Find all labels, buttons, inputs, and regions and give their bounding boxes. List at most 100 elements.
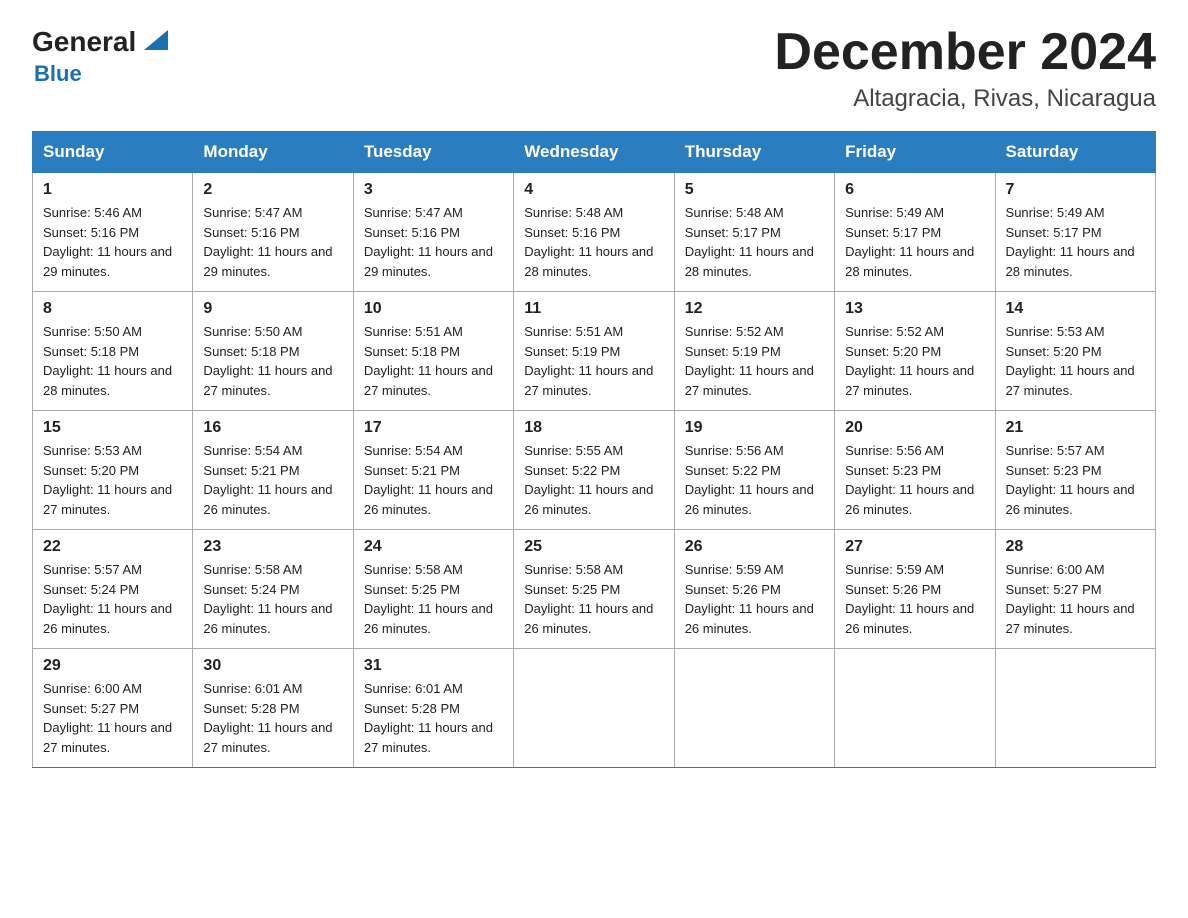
calendar-header-monday: Monday — [193, 132, 353, 173]
calendar-week-row: 29 Sunrise: 6:00 AMSunset: 5:27 PMDaylig… — [33, 649, 1156, 768]
logo-blue-text: Blue — [34, 61, 82, 87]
day-info: Sunrise: 5:59 AMSunset: 5:26 PMDaylight:… — [685, 560, 824, 638]
calendar-cell — [514, 649, 674, 768]
day-number: 28 — [1006, 538, 1145, 556]
calendar-cell: 15 Sunrise: 5:53 AMSunset: 5:20 PMDaylig… — [33, 411, 193, 530]
calendar-cell: 24 Sunrise: 5:58 AMSunset: 5:25 PMDaylig… — [353, 530, 513, 649]
calendar-header-saturday: Saturday — [995, 132, 1155, 173]
day-number: 12 — [685, 300, 824, 318]
day-info: Sunrise: 5:54 AMSunset: 5:21 PMDaylight:… — [364, 441, 503, 519]
day-info: Sunrise: 5:58 AMSunset: 5:25 PMDaylight:… — [364, 560, 503, 638]
day-info: Sunrise: 5:52 AMSunset: 5:19 PMDaylight:… — [685, 322, 824, 400]
day-info: Sunrise: 5:49 AMSunset: 5:17 PMDaylight:… — [845, 203, 984, 281]
calendar-cell: 18 Sunrise: 5:55 AMSunset: 5:22 PMDaylig… — [514, 411, 674, 530]
calendar-cell — [995, 649, 1155, 768]
calendar-cell: 6 Sunrise: 5:49 AMSunset: 5:17 PMDayligh… — [835, 173, 995, 292]
day-number: 29 — [43, 657, 182, 675]
calendar-cell: 5 Sunrise: 5:48 AMSunset: 5:17 PMDayligh… — [674, 173, 834, 292]
calendar-cell: 10 Sunrise: 5:51 AMSunset: 5:18 PMDaylig… — [353, 292, 513, 411]
day-info: Sunrise: 5:57 AMSunset: 5:23 PMDaylight:… — [1006, 441, 1145, 519]
calendar-cell — [835, 649, 995, 768]
day-info: Sunrise: 5:49 AMSunset: 5:17 PMDaylight:… — [1006, 203, 1145, 281]
calendar-cell: 27 Sunrise: 5:59 AMSunset: 5:26 PMDaylig… — [835, 530, 995, 649]
calendar-cell: 4 Sunrise: 5:48 AMSunset: 5:16 PMDayligh… — [514, 173, 674, 292]
calendar-week-row: 22 Sunrise: 5:57 AMSunset: 5:24 PMDaylig… — [33, 530, 1156, 649]
calendar-cell: 26 Sunrise: 5:59 AMSunset: 5:26 PMDaylig… — [674, 530, 834, 649]
calendar-cell: 9 Sunrise: 5:50 AMSunset: 5:18 PMDayligh… — [193, 292, 353, 411]
calendar-cell: 13 Sunrise: 5:52 AMSunset: 5:20 PMDaylig… — [835, 292, 995, 411]
calendar-cell: 25 Sunrise: 5:58 AMSunset: 5:25 PMDaylig… — [514, 530, 674, 649]
calendar-cell: 19 Sunrise: 5:56 AMSunset: 5:22 PMDaylig… — [674, 411, 834, 530]
day-number: 19 — [685, 419, 824, 437]
day-number: 3 — [364, 181, 503, 199]
day-number: 13 — [845, 300, 984, 318]
calendar-header-sunday: Sunday — [33, 132, 193, 173]
calendar-cell: 2 Sunrise: 5:47 AMSunset: 5:16 PMDayligh… — [193, 173, 353, 292]
calendar-cell: 7 Sunrise: 5:49 AMSunset: 5:17 PMDayligh… — [995, 173, 1155, 292]
calendar-cell: 28 Sunrise: 6:00 AMSunset: 5:27 PMDaylig… — [995, 530, 1155, 649]
day-info: Sunrise: 5:54 AMSunset: 5:21 PMDaylight:… — [203, 441, 342, 519]
calendar-cell: 11 Sunrise: 5:51 AMSunset: 5:19 PMDaylig… — [514, 292, 674, 411]
day-info: Sunrise: 5:47 AMSunset: 5:16 PMDaylight:… — [364, 203, 503, 281]
day-info: Sunrise: 5:47 AMSunset: 5:16 PMDaylight:… — [203, 203, 342, 281]
calendar-week-row: 8 Sunrise: 5:50 AMSunset: 5:18 PMDayligh… — [33, 292, 1156, 411]
month-title: December 2024 — [774, 24, 1156, 81]
day-info: Sunrise: 6:01 AMSunset: 5:28 PMDaylight:… — [364, 679, 503, 757]
logo-general-text: General — [32, 28, 136, 56]
day-info: Sunrise: 5:50 AMSunset: 5:18 PMDaylight:… — [203, 322, 342, 400]
calendar-cell: 21 Sunrise: 5:57 AMSunset: 5:23 PMDaylig… — [995, 411, 1155, 530]
day-info: Sunrise: 5:46 AMSunset: 5:16 PMDaylight:… — [43, 203, 182, 281]
day-info: Sunrise: 5:48 AMSunset: 5:17 PMDaylight:… — [685, 203, 824, 281]
calendar-header-thursday: Thursday — [674, 132, 834, 173]
page-header: General Blue December 2024 Altagracia, R… — [32, 24, 1156, 113]
title-block: December 2024 Altagracia, Rivas, Nicarag… — [774, 24, 1156, 113]
day-number: 24 — [364, 538, 503, 556]
calendar-cell: 14 Sunrise: 5:53 AMSunset: 5:20 PMDaylig… — [995, 292, 1155, 411]
day-number: 22 — [43, 538, 182, 556]
day-number: 16 — [203, 419, 342, 437]
day-number: 10 — [364, 300, 503, 318]
day-info: Sunrise: 6:00 AMSunset: 5:27 PMDaylight:… — [1006, 560, 1145, 638]
day-number: 8 — [43, 300, 182, 318]
calendar-cell — [674, 649, 834, 768]
day-info: Sunrise: 5:58 AMSunset: 5:24 PMDaylight:… — [203, 560, 342, 638]
calendar-cell: 16 Sunrise: 5:54 AMSunset: 5:21 PMDaylig… — [193, 411, 353, 530]
day-number: 26 — [685, 538, 824, 556]
calendar-cell: 17 Sunrise: 5:54 AMSunset: 5:21 PMDaylig… — [353, 411, 513, 530]
calendar-cell: 12 Sunrise: 5:52 AMSunset: 5:19 PMDaylig… — [674, 292, 834, 411]
day-number: 18 — [524, 419, 663, 437]
day-number: 6 — [845, 181, 984, 199]
calendar-cell: 22 Sunrise: 5:57 AMSunset: 5:24 PMDaylig… — [33, 530, 193, 649]
day-info: Sunrise: 5:56 AMSunset: 5:23 PMDaylight:… — [845, 441, 984, 519]
calendar-cell: 31 Sunrise: 6:01 AMSunset: 5:28 PMDaylig… — [353, 649, 513, 768]
calendar-cell: 29 Sunrise: 6:00 AMSunset: 5:27 PMDaylig… — [33, 649, 193, 768]
calendar-cell: 1 Sunrise: 5:46 AMSunset: 5:16 PMDayligh… — [33, 173, 193, 292]
day-number: 11 — [524, 300, 663, 318]
location-title: Altagracia, Rivas, Nicaragua — [774, 85, 1156, 113]
day-info: Sunrise: 5:56 AMSunset: 5:22 PMDaylight:… — [685, 441, 824, 519]
day-info: Sunrise: 5:58 AMSunset: 5:25 PMDaylight:… — [524, 560, 663, 638]
calendar-cell: 20 Sunrise: 5:56 AMSunset: 5:23 PMDaylig… — [835, 411, 995, 530]
day-number: 5 — [685, 181, 824, 199]
calendar-table: SundayMondayTuesdayWednesdayThursdayFrid… — [32, 131, 1156, 768]
calendar-header-wednesday: Wednesday — [514, 132, 674, 173]
day-number: 25 — [524, 538, 663, 556]
day-info: Sunrise: 5:48 AMSunset: 5:16 PMDaylight:… — [524, 203, 663, 281]
calendar-cell: 8 Sunrise: 5:50 AMSunset: 5:18 PMDayligh… — [33, 292, 193, 411]
day-number: 7 — [1006, 181, 1145, 199]
day-info: Sunrise: 5:57 AMSunset: 5:24 PMDaylight:… — [43, 560, 182, 638]
calendar-week-row: 15 Sunrise: 5:53 AMSunset: 5:20 PMDaylig… — [33, 411, 1156, 530]
day-info: Sunrise: 5:50 AMSunset: 5:18 PMDaylight:… — [43, 322, 182, 400]
calendar-cell: 3 Sunrise: 5:47 AMSunset: 5:16 PMDayligh… — [353, 173, 513, 292]
day-info: Sunrise: 5:51 AMSunset: 5:18 PMDaylight:… — [364, 322, 503, 400]
calendar-week-row: 1 Sunrise: 5:46 AMSunset: 5:16 PMDayligh… — [33, 173, 1156, 292]
day-number: 23 — [203, 538, 342, 556]
day-info: Sunrise: 5:53 AMSunset: 5:20 PMDaylight:… — [43, 441, 182, 519]
day-info: Sunrise: 5:51 AMSunset: 5:19 PMDaylight:… — [524, 322, 663, 400]
day-number: 31 — [364, 657, 503, 675]
day-info: Sunrise: 6:01 AMSunset: 5:28 PMDaylight:… — [203, 679, 342, 757]
day-number: 21 — [1006, 419, 1145, 437]
day-number: 1 — [43, 181, 182, 199]
day-number: 14 — [1006, 300, 1145, 318]
calendar-header-tuesday: Tuesday — [353, 132, 513, 173]
